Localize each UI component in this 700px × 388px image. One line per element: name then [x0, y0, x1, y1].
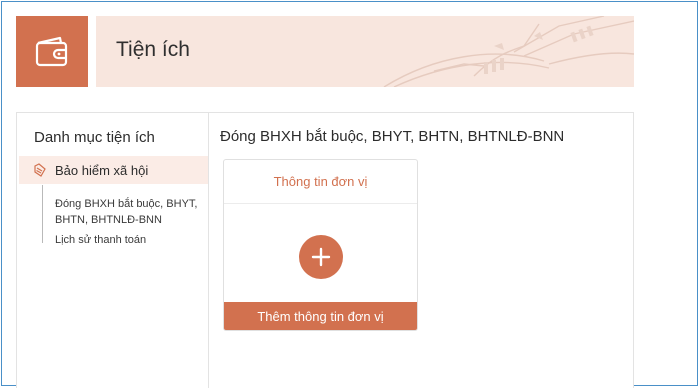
unit-info-card: Thông tin đơn vị Thêm thông tin đơn vị: [223, 159, 418, 331]
drum-motif-decoration: [383, 16, 634, 87]
card-header: Thông tin đơn vị: [224, 160, 417, 204]
app-frame: Tiện ích Danh mục tiện ích Bảo hiểm xã h…: [1, 1, 698, 388]
add-unit-button[interactable]: [299, 235, 343, 279]
header-icon-box: [16, 16, 88, 87]
content-title: Đóng BHXH bắt buộc, BHYT, BHTN, BHTNLĐ-B…: [220, 128, 565, 145]
utilities-panel: Danh mục tiện ích Bảo hiểm xã hội Đóng B…: [16, 112, 634, 388]
add-unit-info-button[interactable]: Thêm thông tin đơn vị: [224, 302, 417, 330]
main-content: Đóng BHXH bắt buộc, BHYT, BHTN, BHTNLĐ-B…: [210, 113, 633, 388]
wallet-icon: [35, 36, 68, 66]
sidebar: Danh mục tiện ích Bảo hiểm xã hội Đóng B…: [17, 113, 209, 388]
sidebar-subitem-payment-history[interactable]: Lịch sử thanh toán: [55, 232, 207, 248]
page-title: Tiện ích: [116, 38, 190, 61]
sidebar-item-label: Bảo hiểm xã hội: [55, 162, 149, 178]
sidebar-subitem-mandatory-payment[interactable]: Đóng BHXH bắt buộc, BHYT, BHTN, BHTNLĐ-B…: [55, 196, 207, 228]
sidebar-item-social-insurance[interactable]: Bảo hiểm xã hội: [19, 156, 208, 184]
header-banner: Tiện ích: [96, 16, 634, 87]
insurance-icon: [33, 163, 47, 177]
plus-icon: [311, 247, 331, 267]
tree-connector: [42, 185, 43, 243]
sidebar-title: Danh mục tiện ích: [34, 129, 155, 146]
